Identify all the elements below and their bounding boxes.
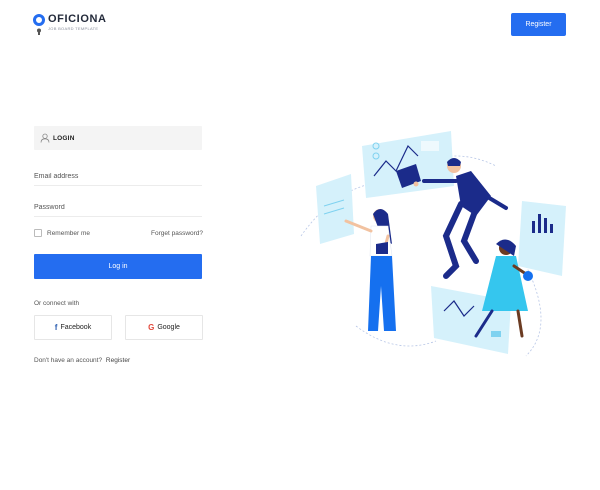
team-illustration — [300, 131, 566, 357]
google-icon: G — [148, 323, 155, 332]
forget-password-link[interactable]: Forget password? — [151, 230, 203, 237]
login-header: LOGIN — [34, 126, 202, 150]
or-connect-label: Or connect with — [34, 300, 80, 307]
facebook-icon: f — [54, 323, 58, 332]
login-title: LOGIN — [53, 134, 75, 142]
no-account-text: Don't have an account? — [34, 357, 103, 364]
brand-ring-icon — [33, 14, 45, 26]
brand-tagline: JOB BOARD TEMPLATE — [48, 26, 99, 31]
brand-name: OFICIONA — [48, 13, 107, 25]
remember-checkbox[interactable] — [34, 229, 42, 237]
login-button[interactable]: Log in — [34, 254, 202, 279]
user-icon — [40, 133, 50, 143]
facebook-button[interactable]: f Facebook — [34, 315, 112, 340]
google-label: Google — [157, 324, 180, 331]
remember-label: Remember me — [47, 229, 90, 237]
brand-logo[interactable]: OFICIONA JOB BOARD TEMPLATE — [33, 13, 107, 35]
remember-me[interactable]: Remember me — [34, 229, 90, 237]
register-button[interactable]: Register — [511, 13, 566, 36]
facebook-label: Facebook — [60, 324, 92, 331]
no-account-prompt: Don't have an account? Register — [34, 357, 130, 364]
register-link[interactable]: Register — [106, 357, 130, 364]
email-field[interactable] — [34, 168, 202, 186]
password-field[interactable] — [34, 199, 202, 217]
google-button[interactable]: G Google — [125, 315, 203, 340]
brand-badge-icon — [37, 28, 41, 35]
